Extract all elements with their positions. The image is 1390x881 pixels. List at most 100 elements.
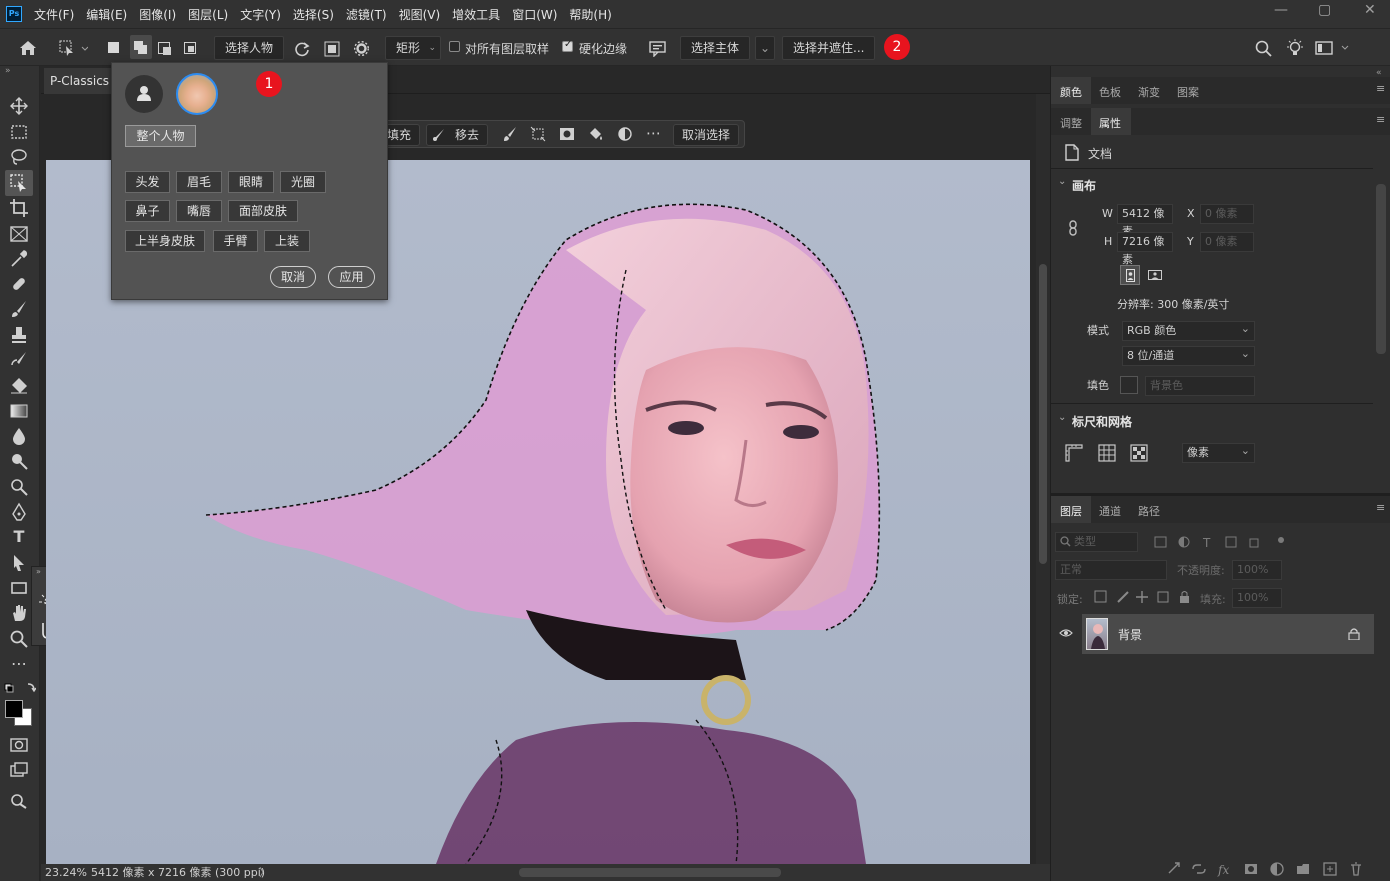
quick-mask-icon[interactable]: [9, 735, 29, 755]
gear-icon[interactable]: [353, 40, 370, 57]
bit-depth-dropdown[interactable]: 8 位/通道 ⌄: [1122, 346, 1255, 366]
zoom-level[interactable]: 23.24%: [45, 864, 87, 881]
grid-icon[interactable]: [1098, 444, 1116, 462]
menu-plugins[interactable]: 增效工具: [452, 6, 500, 23]
transform-selection-icon[interactable]: [530, 126, 546, 142]
select-and-mask-button[interactable]: 选择并遮住...: [782, 36, 876, 60]
popup-apply-button[interactable]: 应用: [328, 266, 375, 288]
close-button[interactable]: ✕: [1364, 2, 1376, 18]
more-tools-icon[interactable]: ⋯: [9, 654, 29, 674]
menu-file[interactable]: 文件(F): [34, 6, 74, 23]
edit-toolbar-icon[interactable]: [9, 790, 29, 810]
remove-button[interactable]: 移去: [426, 124, 489, 146]
screen-mode-icon[interactable]: [9, 760, 29, 780]
fill-bucket-icon[interactable]: [588, 126, 604, 142]
move-tool-icon[interactable]: [9, 96, 29, 116]
part-nose-button[interactable]: 鼻子: [125, 200, 170, 222]
horizontal-scroll-thumb[interactable]: [519, 868, 781, 877]
blend-mode-dropdown[interactable]: 正常: [1055, 560, 1167, 580]
search-icon[interactable]: [1255, 40, 1272, 57]
magnify-dodge-icon[interactable]: [9, 477, 29, 497]
pixel-grid-icon[interactable]: [1130, 444, 1148, 462]
tab-channels[interactable]: 通道: [1099, 503, 1121, 519]
add-to-selection-icon[interactable]: [130, 35, 152, 59]
maximize-button[interactable]: ▢: [1318, 2, 1331, 18]
panel-menu-icon[interactable]: ≡: [1376, 82, 1385, 95]
new-selection-icon[interactable]: [108, 42, 119, 53]
menu-view[interactable]: 视图(V): [399, 6, 441, 23]
lasso-tool-icon[interactable]: [9, 147, 29, 167]
sample-all-layers-checkbox[interactable]: [449, 41, 460, 52]
fill-color-swatch[interactable]: [1120, 376, 1138, 394]
part-top-clothing-button[interactable]: 上装: [264, 230, 310, 252]
menu-filter[interactable]: 滤镜(T): [346, 6, 387, 23]
collapse-arrows-icon[interactable]: »: [5, 66, 11, 76]
tab-adjustments[interactable]: 调整: [1060, 115, 1082, 131]
object-finder-icon[interactable]: [324, 41, 340, 57]
history-brush-icon[interactable]: [9, 350, 29, 370]
marquee-tool-icon[interactable]: [9, 122, 29, 142]
tab-patterns[interactable]: 图案: [1177, 84, 1199, 100]
info-menu-arrow[interactable]: 〉: [259, 864, 270, 881]
gradient-tool-icon[interactable]: [9, 401, 29, 421]
menu-edit[interactable]: 编辑(E): [86, 6, 127, 23]
vertical-scrollbar[interactable]: [1036, 94, 1050, 864]
popup-cancel-button[interactable]: 取消: [270, 266, 316, 288]
lightbulb-icon[interactable]: [1286, 39, 1304, 57]
canvas-y-field[interactable]: 0 像素: [1200, 232, 1254, 252]
ruler-icon[interactable]: [1065, 444, 1083, 462]
swap-colors-icon[interactable]: [4, 682, 36, 696]
chevron-down-icon[interactable]: ⌄: [1058, 412, 1066, 423]
eraser-tool-icon[interactable]: [9, 375, 29, 395]
panel-menu-icon[interactable]: ≡: [1376, 501, 1385, 514]
brush-tool-icon[interactable]: [9, 299, 29, 319]
landscape-orientation-button[interactable]: [1145, 265, 1165, 285]
layers-footer-icons[interactable]: fx: [1167, 861, 1367, 877]
fill-dropdown[interactable]: 背景色: [1145, 376, 1255, 396]
link-icon[interactable]: [1068, 220, 1078, 236]
comment-icon[interactable]: [649, 41, 667, 57]
harden-edge-checkbox[interactable]: ✓: [562, 39, 573, 52]
deselect-button[interactable]: 取消选择: [673, 124, 740, 146]
whole-person-button[interactable]: 整个人物: [125, 125, 196, 147]
home-icon[interactable]: [19, 40, 37, 56]
part-eyes-button[interactable]: 眼睛: [228, 171, 274, 193]
rectangle-tool-icon[interactable]: [9, 578, 29, 598]
panel-menu-icon[interactable]: ≡: [1376, 113, 1385, 126]
crop-tool-icon[interactable]: [9, 198, 29, 218]
minimize-button[interactable]: —: [1274, 2, 1288, 18]
select-subject-button[interactable]: 选择主体: [680, 36, 751, 60]
part-hair-button[interactable]: 头发: [125, 171, 170, 193]
menu-layer[interactable]: 图层(L): [188, 6, 228, 23]
eyedropper-tool-icon[interactable]: [9, 249, 29, 269]
color-mode-dropdown[interactable]: RGB 颜色 ⌄: [1122, 321, 1255, 341]
healing-brush-icon[interactable]: [9, 274, 29, 294]
shape-mode-dropdown[interactable]: 矩形 ⌄: [385, 36, 441, 60]
chevron-down-icon[interactable]: ⌄: [1058, 176, 1066, 187]
mask-icon[interactable]: [559, 126, 575, 142]
tab-swatches[interactable]: 色板: [1099, 84, 1121, 100]
person-thumbnail-avatar[interactable]: [176, 73, 218, 115]
canvas-height-field[interactable]: 7216 像素: [1117, 232, 1173, 266]
part-facial-skin-button[interactable]: 面部皮肤: [228, 200, 298, 222]
part-arms-button[interactable]: 手臂: [213, 230, 258, 252]
tab-properties[interactable]: 属性: [1099, 115, 1121, 131]
person-placeholder-avatar[interactable]: [125, 75, 163, 113]
path-selection-icon[interactable]: [9, 553, 29, 573]
part-lips-button[interactable]: 嘴唇: [176, 200, 222, 222]
select-person-dropdown[interactable]: 选择人物: [214, 36, 285, 60]
foreground-color-swatch[interactable]: [5, 700, 23, 718]
hand-tool-icon[interactable]: [9, 603, 29, 623]
lock-option-icons[interactable]: [1094, 590, 1194, 604]
tab-gradients[interactable]: 渐变: [1138, 84, 1160, 100]
intersect-selection-icon[interactable]: [184, 42, 196, 54]
units-dropdown[interactable]: 像素 ⌄: [1182, 443, 1255, 463]
layer-row-background[interactable]: 背景: [1082, 614, 1374, 654]
tab-paths[interactable]: 路径: [1138, 503, 1160, 519]
layer-name[interactable]: 背景: [1118, 626, 1142, 643]
blur-tool-icon[interactable]: [9, 426, 29, 446]
tab-color[interactable]: 颜色: [1060, 84, 1082, 100]
canvas-width-field[interactable]: 5412 像素: [1117, 204, 1173, 238]
refresh-icon[interactable]: [294, 41, 310, 57]
adjustment-icon[interactable]: [617, 126, 633, 142]
